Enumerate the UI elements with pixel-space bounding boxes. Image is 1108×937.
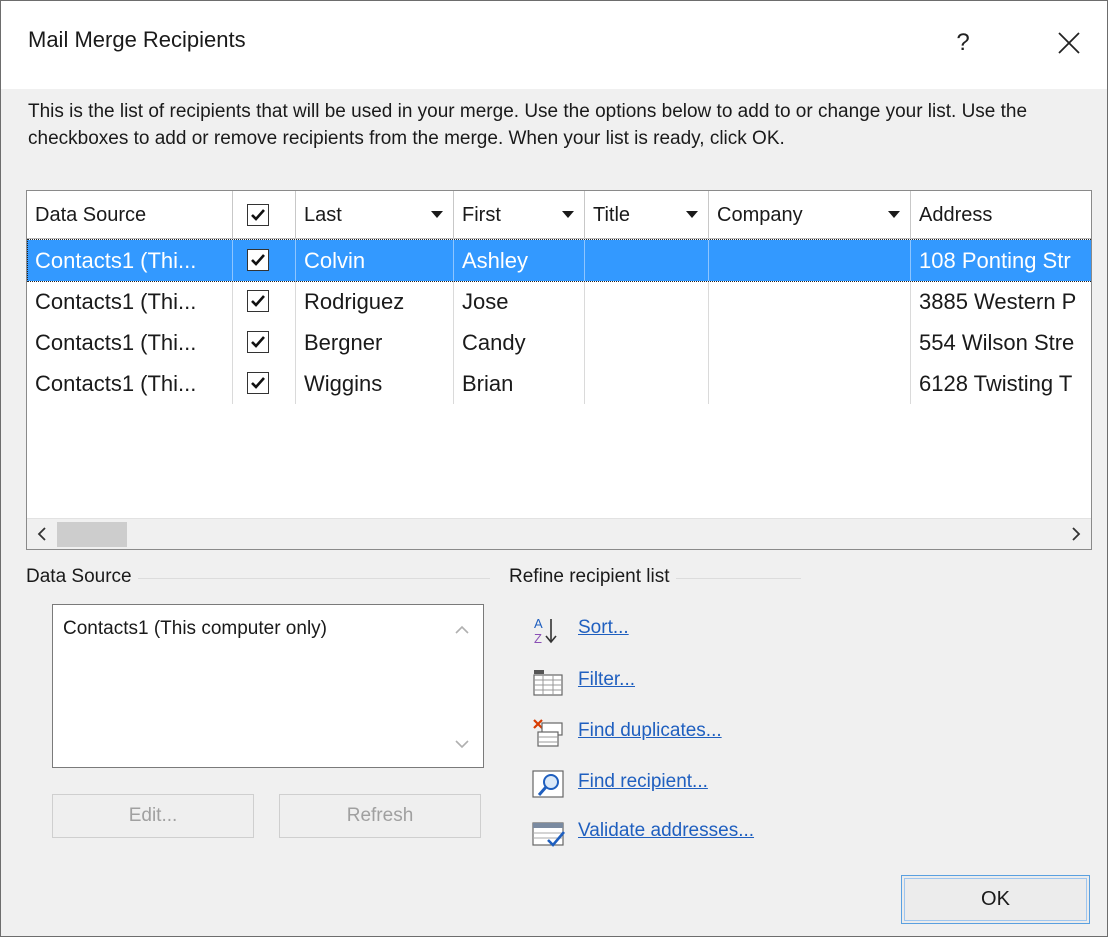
ok-button[interactable]: OK (901, 875, 1090, 924)
table-row[interactable]: Contacts1 (Thi... Bergner Candy 554 Wils… (27, 322, 1091, 363)
column-header-company-label: Company (717, 204, 803, 226)
checkmark-icon (251, 209, 265, 221)
column-header-title-label: Title (593, 204, 631, 226)
close-icon (1058, 32, 1080, 54)
find-duplicates-link[interactable]: Find duplicates... (578, 720, 722, 742)
dialog-title: Mail Merge Recipients (28, 27, 246, 52)
sort-az-icon: A Z (534, 616, 557, 646)
table-row[interactable]: Contacts1 (Thi... Colvin Ashley 108 Pont… (27, 240, 1091, 281)
scroll-left-icon[interactable] (33, 525, 51, 543)
dropdown-arrow-icon[interactable] (888, 211, 900, 218)
scroll-right-icon[interactable] (1067, 525, 1085, 543)
column-header-title[interactable]: Title (585, 191, 709, 239)
filter-link[interactable]: Filter... (578, 669, 635, 691)
column-header-last[interactable]: Last (296, 191, 454, 239)
cell-address: 108 Ponting Str (919, 248, 1071, 273)
svg-text:A: A (534, 616, 543, 631)
column-header-first-label: First (462, 204, 501, 226)
dropdown-arrow-icon[interactable] (431, 211, 443, 218)
find-recipient-link[interactable]: Find recipient... (578, 771, 708, 793)
column-header-address[interactable]: Address (911, 191, 1091, 239)
column-header-company[interactable]: Company (709, 191, 911, 239)
column-header-first[interactable]: First (454, 191, 585, 239)
edit-button[interactable]: Edit... (52, 794, 254, 838)
cell-address: 3885 Western P (919, 289, 1077, 314)
data-source-list[interactable]: Contacts1 (This computer only) (52, 604, 484, 768)
column-header-last-label: Last (304, 204, 342, 226)
chevron-up-icon[interactable] (453, 621, 471, 639)
cell-address: 554 Wilson Stre (919, 330, 1075, 355)
find-recipient-icon (532, 770, 564, 798)
validate-addresses-link[interactable]: Validate addresses... (578, 820, 754, 842)
title-bar: Mail Merge Recipients ? (1, 1, 1107, 89)
help-button[interactable]: ? (945, 23, 981, 63)
refine-group-label: Refine recipient list (509, 566, 676, 588)
filter-icon (533, 670, 563, 696)
svg-text:Z: Z (534, 631, 542, 646)
find-duplicates-icon (533, 719, 563, 747)
refresh-button[interactable]: Refresh (279, 794, 481, 838)
sort-link[interactable]: Sort... (578, 617, 629, 639)
dropdown-arrow-icon[interactable] (562, 211, 574, 218)
data-source-group-label: Data Source (26, 566, 138, 588)
table-row[interactable]: Contacts1 (Thi... Wiggins Brian 6128 Twi… (27, 363, 1091, 404)
recipient-grid[interactable]: Data Source Last First Title Company Add… (26, 190, 1092, 550)
column-header-checkbox[interactable] (233, 191, 296, 239)
scrollbar-thumb[interactable] (57, 522, 127, 547)
horizontal-scrollbar[interactable] (27, 518, 1091, 549)
list-item[interactable]: Contacts1 (This computer only) (63, 618, 327, 640)
chevron-down-icon[interactable] (453, 735, 471, 753)
validate-addresses-icon (532, 822, 565, 847)
table-row[interactable]: Contacts1 (Thi... Rodriguez Jose 3885 We… (27, 281, 1091, 322)
dropdown-arrow-icon[interactable] (686, 211, 698, 218)
column-header-data-source[interactable]: Data Source (27, 191, 233, 239)
intro-text: This is the list of recipients that will… (28, 101, 1028, 149)
cell-address: 6128 Twisting T (919, 371, 1073, 396)
mail-merge-recipients-dialog: Mail Merge Recipients ? This is the list… (0, 0, 1108, 937)
ok-button-label: OK (981, 888, 1010, 910)
grid-header: Data Source Last First Title Company Add… (27, 191, 1091, 239)
select-all-checkbox[interactable] (247, 204, 269, 226)
close-button[interactable] (1047, 21, 1091, 65)
